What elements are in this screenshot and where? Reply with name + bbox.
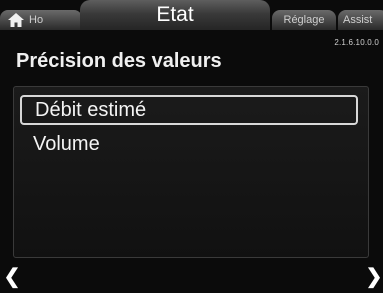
tab-reglage-label: Réglage [283, 14, 325, 26]
page-title: Précision des valeurs [16, 50, 222, 72]
tab-home[interactable]: Ho [0, 10, 82, 30]
tab-reglage[interactable]: Réglage [272, 10, 336, 30]
list-panel: Débit estimé Volume [13, 86, 369, 258]
list-item-label: Volume [33, 132, 100, 155]
tab-assist-label: Assist [343, 14, 373, 26]
list-item-volume[interactable]: Volume [20, 129, 358, 159]
chevron-left-icon[interactable]: ❮ [2, 266, 22, 288]
chevron-right-icon[interactable]: ❯ [364, 266, 383, 288]
version-label: 2.1.6.10.0.0 [334, 38, 379, 47]
list-item-debit-estime[interactable]: Débit estimé [20, 95, 358, 125]
tab-home-label: Ho [29, 14, 44, 26]
home-icon [8, 13, 24, 27]
tab-assist[interactable]: Assist [338, 10, 383, 30]
tab-etat[interactable]: Etat [80, 0, 270, 30]
tab-etat-label: Etat [156, 3, 194, 26]
list-item-label: Débit estimé [35, 98, 147, 121]
tab-bar: Ho Réglage Assist Etat [0, 0, 383, 32]
